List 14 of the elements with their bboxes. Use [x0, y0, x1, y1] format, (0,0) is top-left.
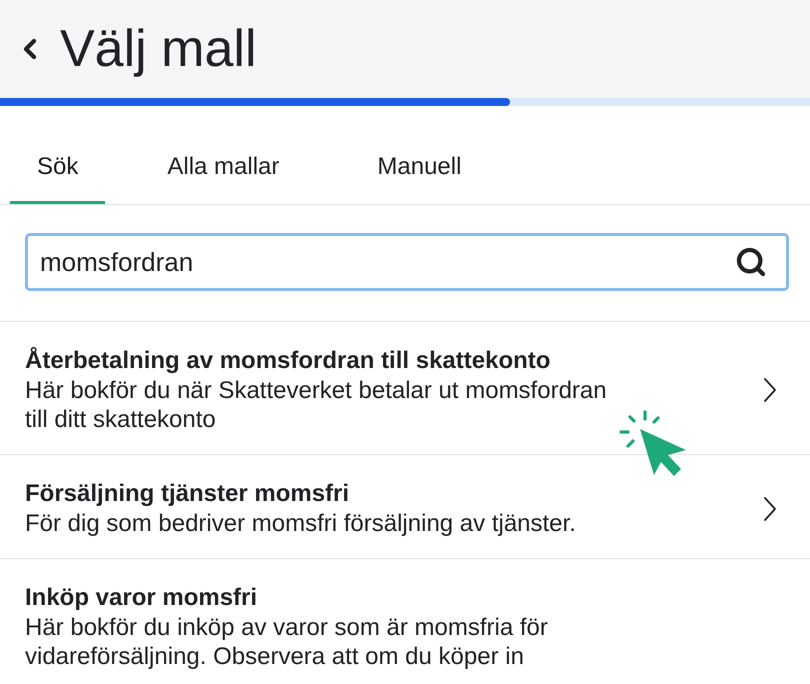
template-description: För dig som bedriver momsfri försäljning av tjänster.	[25, 509, 577, 538]
search-field[interactable]: momsfordran	[25, 233, 789, 291]
template-title: Återbetalning av momsfordran till skattekonto	[25, 346, 552, 376]
template-title: Försäljning tjänster momsfri	[25, 479, 350, 509]
search-icon[interactable]	[735, 246, 767, 278]
template-description: Här bokför du när Skatteverket betalar ut momsfordran till ditt skattekonto	[25, 376, 608, 434]
page-title: Välj mall	[60, 19, 256, 79]
template-list-item[interactable]: Inköp varor momsfri Här bokför du inköp av varor som är momsfria för vidareförsäljning. Observera att om du köper in	[0, 559, 810, 684]
tab[interactable]: Sök	[10, 130, 106, 204]
tab[interactable]: Alla mallar	[140, 130, 306, 204]
tab[interactable]: Manuell	[350, 130, 488, 204]
template-description: Här bokför du inköp av varor som är momsfria för vidareförsäljning. Observera att om du köper in	[25, 613, 549, 671]
template-title: Inköp varor momsfri	[25, 583, 258, 613]
click-cursor-icon	[618, 410, 688, 478]
